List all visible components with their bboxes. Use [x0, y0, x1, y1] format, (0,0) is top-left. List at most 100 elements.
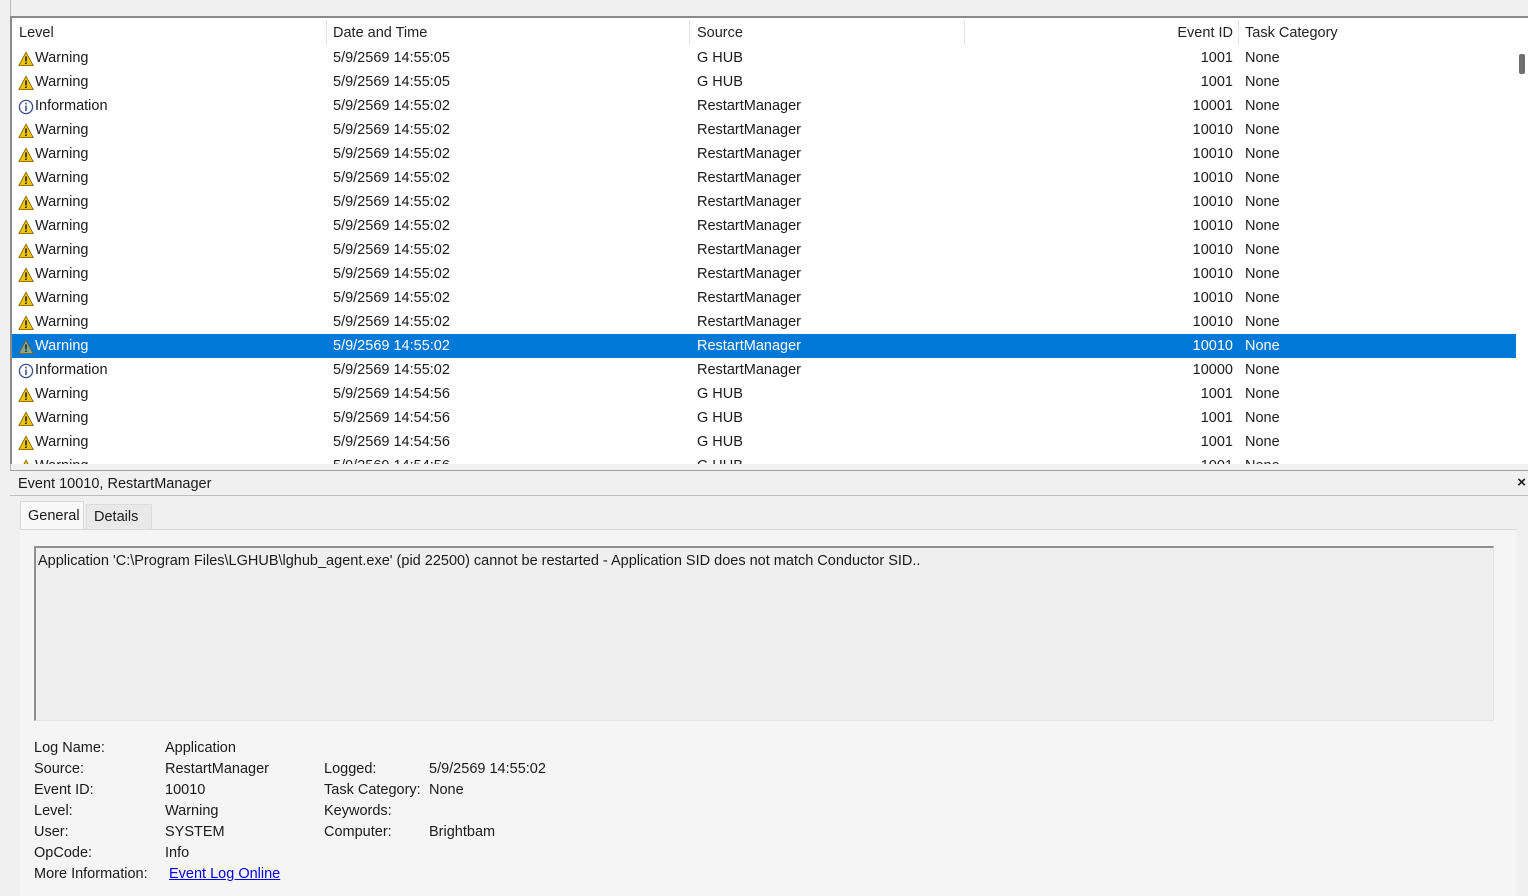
- table-row[interactable]: Warning 5/9/2569 14:55:05 G HUB 1001 None: [12, 70, 1516, 94]
- source-cell: G HUB: [697, 50, 743, 66]
- warning-icon: [18, 171, 34, 187]
- table-row[interactable]: Warning 5/9/2569 14:54:56 G HUB 1001 None: [12, 430, 1516, 454]
- level-cell: Warning: [35, 50, 89, 66]
- source-cell: G HUB: [697, 74, 743, 90]
- source-cell: RestartManager: [697, 98, 801, 114]
- task-category-cell: None: [1245, 314, 1280, 330]
- level-cell: Warning: [35, 454, 88, 464]
- event-id-cell: 10010: [1192, 146, 1233, 162]
- warning-icon: [18, 339, 34, 355]
- date-time-cell: 5/9/2569 14:55:02: [333, 314, 450, 330]
- close-icon[interactable]: ×: [1517, 473, 1526, 493]
- table-row[interactable]: Warning 5/9/2569 14:55:02 RestartManager 10…: [12, 118, 1516, 142]
- level-cell: Information: [35, 98, 108, 114]
- table-row[interactable]: Warning 5/9/2569 14:55:02 RestartManager 10…: [12, 238, 1516, 262]
- level-cell: Information: [35, 362, 108, 378]
- event-id-cell: 1001: [1200, 50, 1233, 66]
- table-row[interactable]: Warning 5/9/2569 14:55:02 RestartManager 10…: [12, 334, 1516, 358]
- source-cell: G HUB: [697, 454, 743, 464]
- level-label: Level:: [34, 803, 73, 819]
- event-id-cell: 10010: [1192, 338, 1233, 354]
- keywords-label: Keywords:: [324, 803, 392, 819]
- date-time-cell: 5/9/2569 14:55:02: [333, 122, 450, 138]
- table-row[interactable]: Warning 5/9/2569 14:55:02 RestartManager 10…: [12, 166, 1516, 190]
- logged-label: Logged:: [324, 761, 377, 777]
- event-id-label: Event ID:: [34, 782, 94, 798]
- table-row[interactable]: Warning 5/9/2569 14:55:02 RestartManager 10…: [12, 142, 1516, 166]
- table-row[interactable]: Warning 5/9/2569 14:55:02 RestartManager 10…: [12, 214, 1516, 238]
- warning-icon: [18, 195, 34, 211]
- warning-icon: [18, 51, 34, 67]
- table-row[interactable]: Warning 5/9/2569 14:55:02 RestartManager 10…: [12, 310, 1516, 334]
- source-cell: RestartManager: [697, 146, 801, 162]
- event-id-cell: 10010: [1192, 290, 1233, 306]
- task-category-cell: None: [1245, 338, 1280, 354]
- table-row[interactable]: Warning 5/9/2569 14:55:05 G HUB 1001 None: [12, 46, 1516, 70]
- source-cell: RestartManager: [697, 218, 801, 234]
- top-frame: [0, 0, 1528, 9]
- column-separator[interactable]: [964, 20, 965, 44]
- scrollbar-thumb[interactable]: [1519, 54, 1525, 74]
- computer-value: Brightbam: [429, 824, 496, 840]
- event-log-online-link[interactable]: Event Log Online: [169, 864, 280, 884]
- event-id-cell: 1001: [1200, 434, 1233, 450]
- task-category-cell: None: [1245, 362, 1280, 378]
- column-separator[interactable]: [1238, 20, 1239, 44]
- task-category-cell: None: [1245, 434, 1280, 450]
- level-cell: Warning: [35, 386, 89, 402]
- logged-value: 5/9/2569 14:55:02: [429, 761, 546, 777]
- date-time-cell: 5/9/2569 14:55:02: [333, 218, 450, 234]
- table-row[interactable]: Warning 5/9/2569 14:54:56 G HUB 1001 None: [12, 454, 1516, 464]
- level-cell: Warning: [35, 242, 89, 258]
- level-cell: Warning: [35, 122, 89, 138]
- task-category-cell: None: [1245, 146, 1280, 162]
- event-list[interactable]: Level Date and Time Source Event ID Task…: [10, 16, 1528, 464]
- task-category-cell: None: [1245, 122, 1280, 138]
- date-time-cell: 5/9/2569 14:54:56: [333, 454, 450, 464]
- task-category-cell: None: [1245, 98, 1280, 114]
- table-row[interactable]: Warning 5/9/2569 14:55:02 RestartManager 10…: [12, 190, 1516, 214]
- task-category-label: Task Category:: [324, 782, 421, 798]
- column-task-category[interactable]: Task Category: [1245, 18, 1338, 46]
- date-time-cell: 5/9/2569 14:55:05: [333, 74, 450, 90]
- event-id-cell: 1001: [1200, 410, 1233, 426]
- tab-details[interactable]: Details: [86, 504, 152, 529]
- computer-label: Computer:: [324, 824, 392, 840]
- warning-icon: [18, 315, 34, 331]
- table-row[interactable]: Information 5/9/2569 14:55:02 RestartManag…: [12, 358, 1516, 382]
- warning-icon: [18, 147, 34, 163]
- table-row[interactable]: Warning 5/9/2569 14:54:56 G HUB 1001 None: [12, 406, 1516, 430]
- source-cell: RestartManager: [697, 194, 801, 210]
- source-value: RestartManager: [165, 761, 269, 777]
- source-cell: G HUB: [697, 434, 743, 450]
- table-row[interactable]: Warning 5/9/2569 14:55:02 RestartManager 10…: [12, 262, 1516, 286]
- warning-icon: [18, 75, 34, 91]
- level-cell: Warning: [35, 74, 89, 90]
- column-date-time[interactable]: Date and Time: [333, 18, 427, 46]
- event-id-cell: 10010: [1192, 266, 1233, 282]
- vertical-scrollbar[interactable]: [1516, 18, 1528, 464]
- divider: [10, 495, 1528, 496]
- warning-icon: [18, 267, 34, 283]
- level-value: Warning: [165, 803, 219, 819]
- event-id-cell: 1001: [1200, 74, 1233, 90]
- date-time-cell: 5/9/2569 14:55:02: [333, 242, 450, 258]
- date-time-cell: 5/9/2569 14:54:56: [333, 410, 450, 426]
- column-source[interactable]: Source: [697, 18, 743, 46]
- event-detail-pane: Event 10010, RestartManager × General De…: [10, 470, 1528, 896]
- column-separator[interactable]: [689, 20, 690, 44]
- event-message[interactable]: Application 'C:\Program Files\LGHUB\lghu…: [34, 546, 1494, 721]
- column-level[interactable]: Level: [19, 18, 54, 46]
- tab-general[interactable]: General: [20, 501, 84, 529]
- level-cell: Warning: [35, 434, 89, 450]
- source-cell: RestartManager: [697, 362, 801, 378]
- column-separator[interactable]: [326, 20, 327, 44]
- table-row[interactable]: Warning 5/9/2569 14:54:56 G HUB 1001 None: [12, 382, 1516, 406]
- column-event-id[interactable]: Event ID: [1112, 18, 1233, 46]
- table-row[interactable]: Information 5/9/2569 14:55:02 RestartManag…: [12, 94, 1516, 118]
- event-id-cell: 10010: [1192, 218, 1233, 234]
- table-row[interactable]: Warning 5/9/2569 14:55:02 RestartManager 10…: [12, 286, 1516, 310]
- source-cell: RestartManager: [697, 266, 801, 282]
- event-id-cell: 1001: [1200, 386, 1233, 402]
- event-id-cell: 1001: [1112, 454, 1233, 464]
